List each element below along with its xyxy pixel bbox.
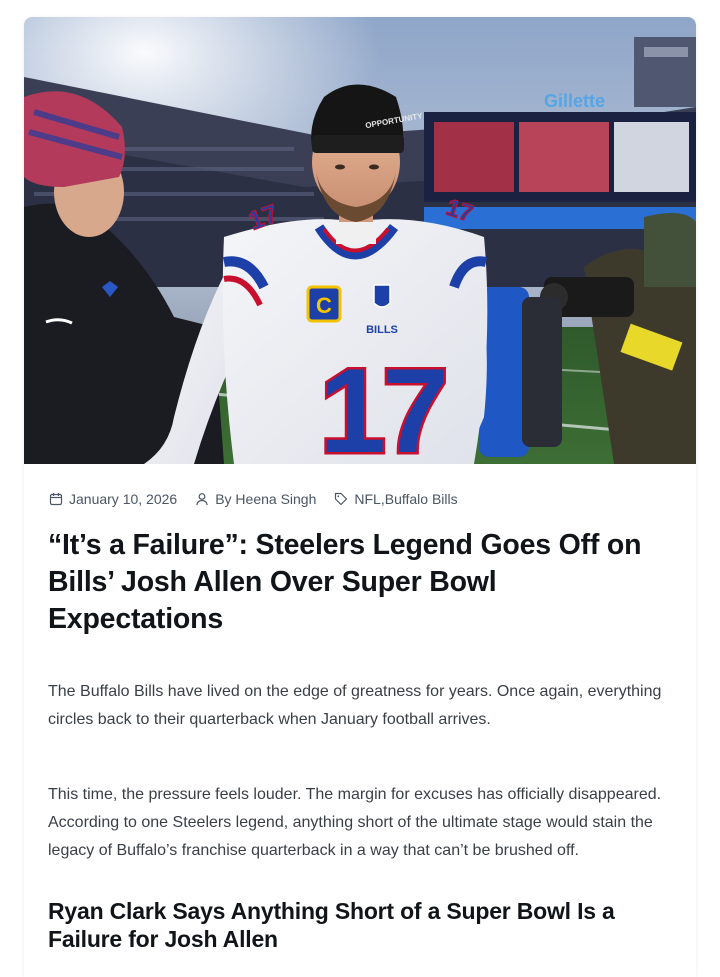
hero-image[interactable]: Gillette 17 17 C BILLS 17 OPPORTUNITY: [24, 17, 696, 464]
post-date[interactable]: January 10, 2026: [49, 491, 177, 507]
post-date-text: January 10, 2026: [69, 491, 178, 507]
post-meta: January 10, 2026 By Heena Singh NFL,Buff…: [49, 490, 476, 508]
article-paragraph-2: This time, the pressure feels louder. Th…: [48, 786, 662, 859]
post-author-text: By Heena Singh: [215, 491, 317, 507]
calendar-icon: [49, 493, 63, 506]
article-title: “It’s a Failure”: Steelers Legend Goes O…: [48, 529, 642, 635]
tag-icon: [335, 492, 348, 506]
nfl-shield-icon: [373, 284, 391, 308]
jersey-number: 17: [319, 344, 444, 464]
article-subheading: Ryan Clark Says Anything Short of a Supe…: [48, 898, 615, 952]
stadium-sign: Gillette: [544, 91, 605, 111]
user-icon: [196, 493, 208, 506]
jersey-wordmark: BILLS: [366, 324, 398, 336]
post-categories-text: NFL,Buffalo Bills: [354, 491, 458, 507]
captain-letter: C: [316, 293, 332, 318]
post-author[interactable]: By Heena Singh: [195, 491, 316, 507]
article-paragraph-1: The Buffalo Bills have lived on the edge…: [48, 683, 662, 728]
post-categories[interactable]: NFL,Buffalo Bills: [334, 491, 458, 507]
article-card: Gillette 17 17 C BILLS 17 OPPORTUNITY Ja…: [24, 17, 696, 977]
